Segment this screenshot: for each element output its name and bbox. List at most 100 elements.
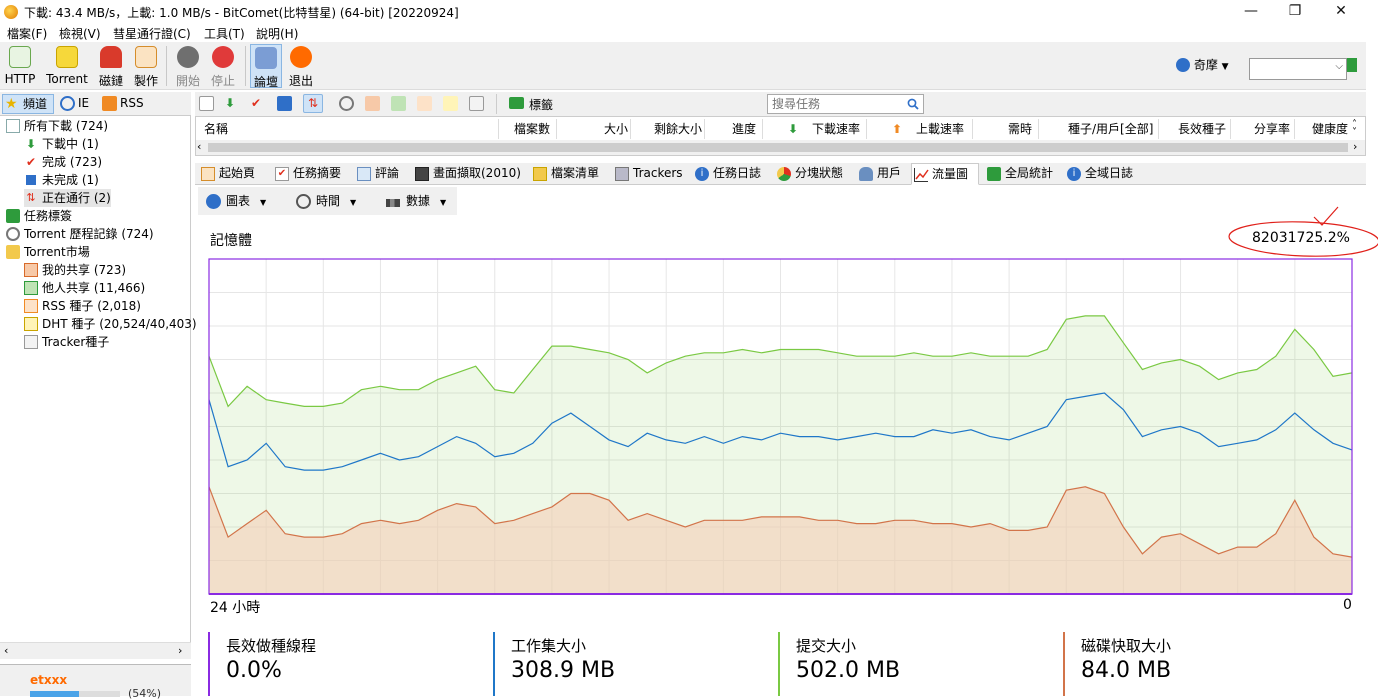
scroll-right-icon[interactable]: › xyxy=(1353,140,1357,153)
make-torrent-button[interactable]: 製作 xyxy=(131,44,161,88)
tree-downloading[interactable]: ⬇ 下載中 (1) xyxy=(24,135,99,153)
tab-ie[interactable]: IE xyxy=(58,94,89,114)
scroll-up-down-icon[interactable]: ˄ ˅ xyxy=(1352,120,1357,138)
column-header-size[interactable]: 大小 xyxy=(604,120,628,138)
history-clock-icon xyxy=(6,227,20,241)
column-header-files[interactable]: 檔案數 xyxy=(514,120,550,138)
column-header-name[interactable]: 名稱 xyxy=(204,120,228,138)
exit-icon xyxy=(290,46,312,68)
menu-comet-pass[interactable]: 彗星通行證(C) xyxy=(113,25,191,42)
scrollbar-thumb[interactable] xyxy=(208,143,1348,152)
task-search-box[interactable] xyxy=(767,94,924,114)
http-button[interactable]: HTTP xyxy=(4,44,36,88)
history-icon[interactable] xyxy=(339,96,354,111)
checkmark-icon[interactable]: ✔ xyxy=(251,96,266,111)
chart-type-dropdown[interactable]: 圖表 ▼ xyxy=(204,192,266,210)
tab-channels[interactable]: ★ 頻道 xyxy=(2,94,54,114)
task-search-input[interactable] xyxy=(768,95,903,113)
menu-file[interactable]: 檔案(F) xyxy=(7,25,47,42)
account-dropdown[interactable]: ⌵ xyxy=(1249,58,1347,80)
others-share-icon[interactable] xyxy=(391,96,406,111)
column-header-remaining[interactable]: 剩餘大小 xyxy=(654,120,702,138)
stat-working-set: 工作集大小 308.9 MB xyxy=(493,632,768,696)
tab-start-page[interactable]: 起始頁 xyxy=(199,163,255,185)
tracker-icon[interactable] xyxy=(469,96,484,111)
menu-view[interactable]: 檢視(V) xyxy=(59,25,101,42)
torrent-button[interactable]: Torrent xyxy=(44,44,90,88)
tab-traffic-graph[interactable]: 流量圖 xyxy=(911,163,979,185)
start-page-icon xyxy=(201,167,215,181)
maximize-button[interactable]: ❐ xyxy=(1272,0,1318,24)
download-icon[interactable]: ⬇ xyxy=(225,96,240,111)
active-transfer-icon[interactable]: ⇅ xyxy=(303,94,323,113)
menu-tools[interactable]: 工具(T) xyxy=(204,25,245,42)
tree-torrent-history[interactable]: Torrent 歷程記錄 (724) xyxy=(6,225,154,243)
column-divider xyxy=(704,119,705,139)
tab-rss[interactable]: RSS xyxy=(100,94,144,114)
scroll-right-icon[interactable]: › xyxy=(178,644,182,657)
tab-file-list[interactable]: 檔案清單 xyxy=(531,163,599,185)
column-header-long-term-seeds[interactable]: 長效種子 xyxy=(1178,120,1226,138)
tree-completed[interactable]: ✔ 完成 (723) xyxy=(24,153,102,171)
column-header-share-ratio[interactable]: 分享率 xyxy=(1254,120,1290,138)
x-axis-start-label: 24 小時 xyxy=(210,600,261,616)
start-button[interactable]: 開始 xyxy=(173,44,203,88)
table-horizontal-scrollbar[interactable]: ‹ › xyxy=(196,140,1365,155)
exit-button[interactable]: 退出 xyxy=(286,44,316,88)
account-menu[interactable]: 奇摩 ▼ xyxy=(1176,56,1229,73)
forum-button[interactable]: 論壇 xyxy=(250,44,282,89)
graph-toolbar: 圖表 ▼ 時間 ▼ 數據 ▼ xyxy=(198,187,457,215)
column-header-progress[interactable]: 進度 xyxy=(732,120,756,138)
tab-peers[interactable]: 用戶 xyxy=(857,163,901,185)
tab-piece-status[interactable]: 分塊狀態 xyxy=(775,163,843,185)
tree-others-shares[interactable]: 他人共享 (11,466) xyxy=(24,279,145,297)
data-series-dropdown[interactable]: 數據 ▼ xyxy=(384,192,446,210)
tree-torrent-market[interactable]: Torrent市場 xyxy=(6,243,90,261)
tree-my-shares[interactable]: 我的共享 (723) xyxy=(24,261,126,279)
tag-button[interactable]: 標籤 xyxy=(509,96,553,113)
tree-rss-seeds[interactable]: RSS 種子 (2,018) xyxy=(24,297,141,315)
column-divider xyxy=(866,119,867,139)
incomplete-icon[interactable] xyxy=(277,96,292,111)
stat-label: 提交大小 xyxy=(796,637,857,655)
close-button[interactable]: ✕ xyxy=(1318,0,1364,24)
tree-task-tags[interactable]: 任務標簽 xyxy=(6,207,72,225)
new-task-icon[interactable] xyxy=(199,96,214,111)
tab-screenshots[interactable]: 畫面擷取(2010) xyxy=(413,163,521,185)
start-icon xyxy=(177,46,199,68)
partial-bar-icon xyxy=(24,173,38,187)
column-header-seeds-peers[interactable]: 種子/用戶[全部] xyxy=(1068,120,1153,138)
go-icon[interactable] xyxy=(1347,58,1357,72)
tree-active[interactable]: ⇅ 正在通行 (2) xyxy=(24,189,111,207)
tab-label: 全域日誌 xyxy=(1085,166,1134,180)
tab-task-log[interactable]: i 任務日誌 xyxy=(693,163,761,185)
menu-help[interactable]: 說明(H) xyxy=(256,25,298,42)
scroll-left-icon[interactable]: ‹ xyxy=(4,644,8,657)
tree-label: 任務標簽 xyxy=(24,209,73,223)
tab-trackers[interactable]: Trackers xyxy=(613,163,683,185)
magnet-button[interactable]: 磁鏈 xyxy=(96,44,126,88)
tab-task-summary[interactable]: ✔ 任務摘要 xyxy=(273,163,341,185)
search-icon[interactable] xyxy=(907,98,919,110)
minimize-button[interactable]: — xyxy=(1228,0,1274,24)
column-header-health[interactable]: 健康度 xyxy=(1312,120,1348,138)
column-header-eta[interactable]: 需時 xyxy=(1008,120,1032,138)
time-range-dropdown[interactable]: 時間 ▼ xyxy=(294,192,356,210)
tree-tracker-seeds[interactable]: Tracker種子 xyxy=(24,333,109,351)
tree-incomplete[interactable]: 未完成 (1) xyxy=(24,171,99,189)
column-divider xyxy=(1038,119,1039,139)
rss-icon[interactable] xyxy=(417,96,432,111)
tree-all-downloads[interactable]: 所有下載 (724) xyxy=(6,117,108,135)
tree-horizontal-scrollbar[interactable]: ‹ › xyxy=(0,642,191,659)
column-header-upload-rate[interactable]: ⬆ 上載速率 xyxy=(892,120,964,138)
tab-comments[interactable]: 評論 xyxy=(355,163,399,185)
scroll-left-icon[interactable]: ‹ xyxy=(197,140,201,153)
dht-icon[interactable] xyxy=(443,96,458,111)
tab-global-stats[interactable]: 全局統計 xyxy=(985,163,1053,185)
column-header-download-rate[interactable]: ⬇ 下載速率 xyxy=(788,120,860,138)
tree-label: 未完成 (1) xyxy=(42,173,99,187)
my-share-icon[interactable] xyxy=(365,96,380,111)
tree-dht-seeds[interactable]: DHT 種子 (20,524/40,403) xyxy=(24,315,197,333)
stop-button[interactable]: 停止 xyxy=(208,44,238,88)
tab-global-log[interactable]: i 全域日誌 xyxy=(1065,163,1133,185)
